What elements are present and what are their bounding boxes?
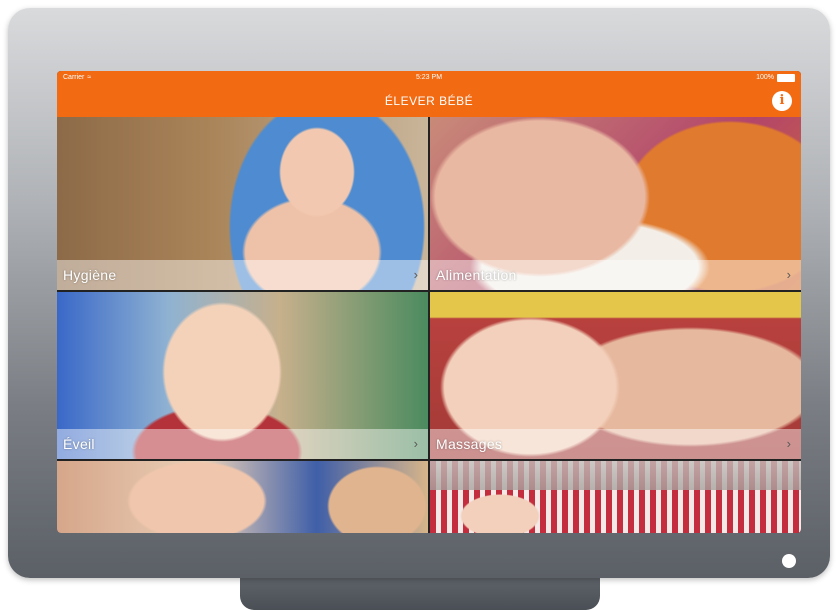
tile-massages[interactable]: Massages › xyxy=(430,292,801,459)
battery-indicator: 100% xyxy=(756,71,795,85)
tile-label-bar: Alimentation › xyxy=(430,260,801,290)
tile-partial-changing[interactable] xyxy=(430,461,801,533)
battery-percent: 100% xyxy=(756,74,774,81)
app-screen: Carrier ≈ 5:23 PM 100% ÉLEVER BÉBÉ i Hygi… xyxy=(57,71,801,533)
status-time: 5:23 PM xyxy=(415,74,443,81)
tile-label: Massages xyxy=(436,436,503,452)
page-title: ÉLEVER BÉBÉ xyxy=(384,94,474,108)
tile-label-bar: Éveil › xyxy=(57,429,428,459)
tile-partial-feeding[interactable] xyxy=(57,461,428,533)
status-bar: Carrier ≈ 5:23 PM 100% xyxy=(57,71,801,85)
tile-photo xyxy=(57,461,428,533)
chevron-right-icon: › xyxy=(413,267,418,282)
chevron-right-icon: › xyxy=(786,436,791,451)
tile-label: Éveil xyxy=(63,436,95,452)
tile-label: Alimentation xyxy=(436,267,517,283)
home-button[interactable] xyxy=(782,554,796,568)
tile-alimentation[interactable]: Alimentation › xyxy=(430,117,801,290)
battery-icon xyxy=(777,74,795,82)
tile-label: Hygiène xyxy=(63,267,117,283)
chevron-right-icon: › xyxy=(413,436,418,451)
tile-label-bar: Massages › xyxy=(430,429,801,459)
tablet-frame: Carrier ≈ 5:23 PM 100% ÉLEVER BÉBÉ i Hygi… xyxy=(8,8,830,578)
chevron-right-icon: › xyxy=(786,267,791,282)
category-grid: Hygiène › Alimentation › Éveil › Massage… xyxy=(57,117,801,533)
info-icon[interactable]: i xyxy=(772,91,792,111)
tile-label-bar: Hygiène › xyxy=(57,260,428,290)
tile-hygiene[interactable]: Hygiène › xyxy=(57,117,428,290)
navigation-bar: ÉLEVER BÉBÉ i xyxy=(57,85,801,117)
tile-photo xyxy=(430,461,801,533)
tile-eveil[interactable]: Éveil › xyxy=(57,292,428,459)
